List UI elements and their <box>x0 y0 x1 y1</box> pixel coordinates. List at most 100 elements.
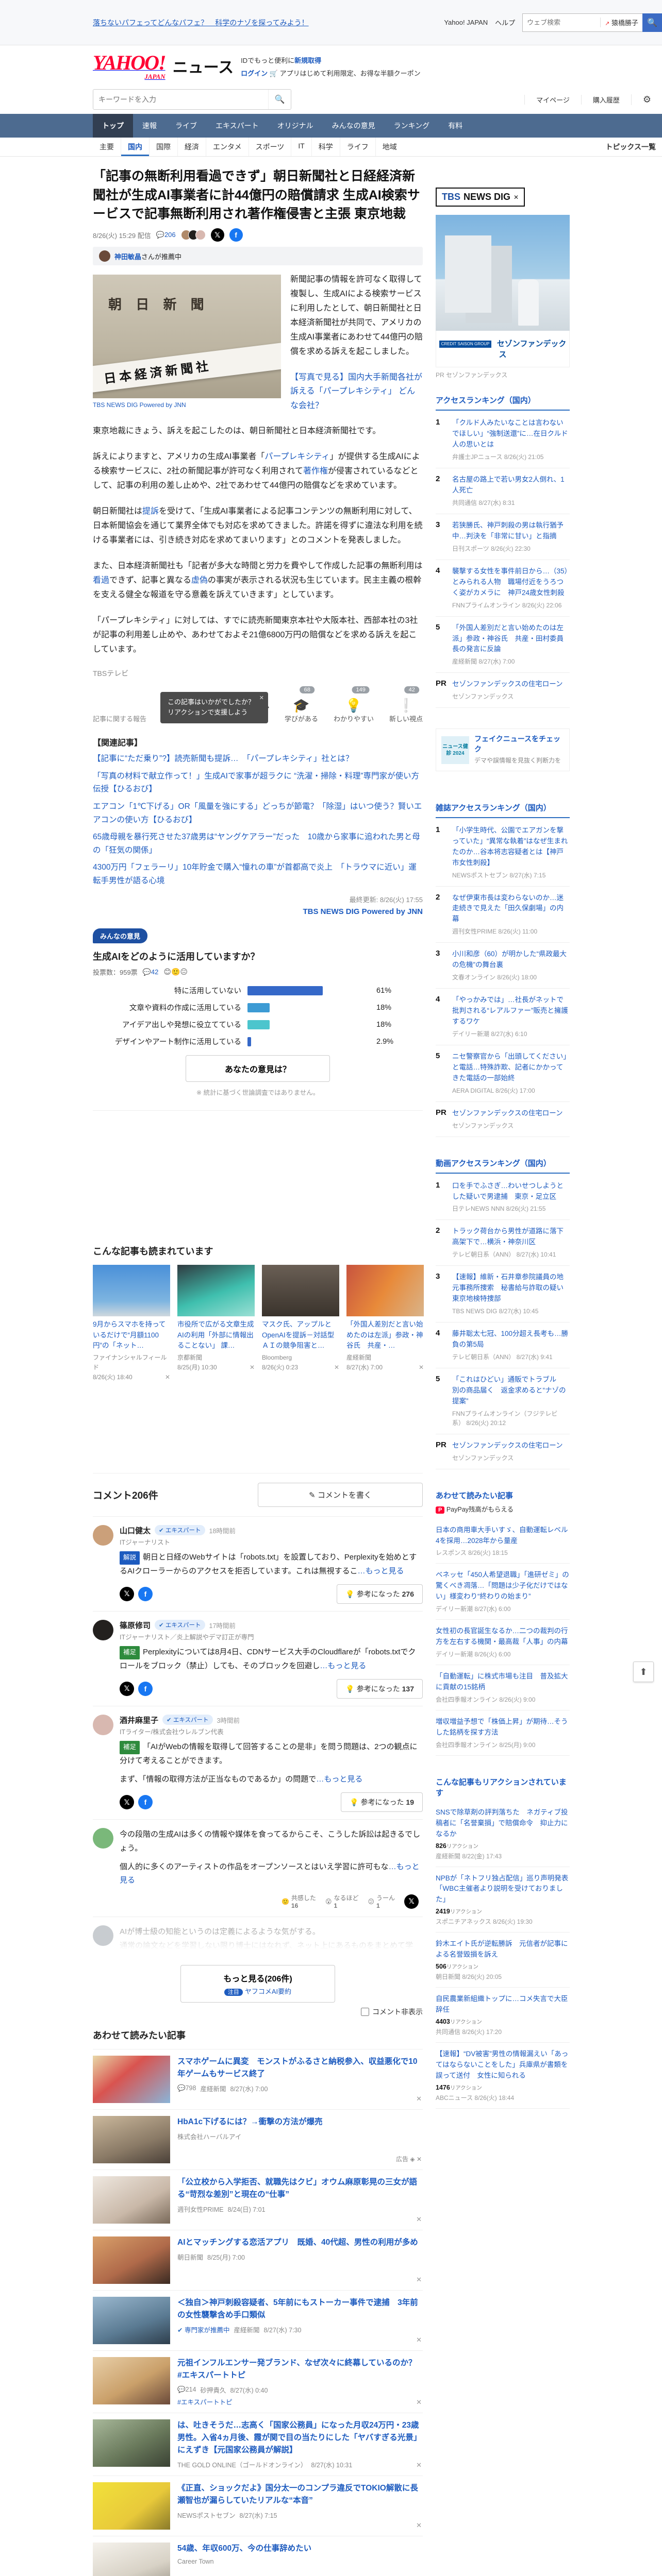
facebook-share-icon[interactable]: f <box>138 1795 153 1810</box>
feed-title[interactable]: 《正直、ショックだよ》国分太一のコンプラ違反でTOKIO解散に長瀬智也が漏らして… <box>177 2482 423 2507</box>
ranking-title[interactable]: 名古屋の路上で若い男女2人倒れ、1人死亡 <box>452 474 570 496</box>
dismiss-icon[interactable]: ✕ <box>416 2398 422 2406</box>
dismiss-icon[interactable]: ✕ <box>416 2336 422 2344</box>
keyword-input[interactable] <box>93 90 268 110</box>
article-card[interactable]: 市役所で広がる文章生成AIの利用「外部に情報出ることない」 課… 京都新聞 8/… <box>177 1265 255 1382</box>
feed-article-item[interactable]: 元祖インフルエンサー発ブランド、なぜ次々に終幕しているのか？ #エキスパートトピ… <box>93 2351 423 2413</box>
sidebar-article-item[interactable]: NPBが「ネトフリ独占配信」巡り声明発表「WBC主催者より説明を受けておりました… <box>436 1867 570 1933</box>
ranking-item[interactable]: PR セゾンファンデックスの住宅ローン セゾンファンデックス <box>436 1434 570 1469</box>
feed-article-item[interactable]: HbA1c下げるには？→衝撃の方法が爆売 💬 株式会社ハーバルアイ 広告 ◈ ✕… <box>93 2110 423 2170</box>
more-comments-button[interactable]: もっと見る(206件) 注目 ヤフコメAI要約 <box>180 1964 335 2003</box>
card-title[interactable]: 市役所で広がる文章生成AIの利用「外部に情報出ることない」 課… <box>177 1319 255 1351</box>
ranking-item[interactable]: 5 「これはひどい」通販でトラブル 別の商品届く 返金求めると“ナゾの提案” F… <box>436 1368 570 1434</box>
ranking-title[interactable]: セゾンファンデックスの住宅ローン <box>452 1440 563 1451</box>
help-link[interactable]: ヘルプ <box>495 18 515 27</box>
ranking-title[interactable]: 「これはひどい」通販でトラブル 別の商品届く 返金求めると“ナゾの提案” <box>452 1375 570 1407</box>
trending-term[interactable]: ↗ 猿橋勝子 <box>600 18 642 27</box>
settings-link[interactable]: ⚙ <box>631 94 662 105</box>
helpful-button[interactable]: 💡 参考になった 137 <box>337 1679 423 1699</box>
category-tab[interactable]: スポーツ <box>248 138 291 157</box>
web-search-input[interactable] <box>523 19 601 26</box>
related-article-link[interactable]: 「写真の材料で献立作って！」生成AIで家事が超ラクに “洗濯・掃除・料理”専門家… <box>93 770 423 796</box>
search-button[interactable]: 🔍 <box>642 13 662 32</box>
ranking-item[interactable]: 1 口を手でふさぎ…わいせつしようとした疑いで男逮捕 東京・足立区 日テレNEW… <box>436 1175 570 1221</box>
feed-article-item[interactable]: 「公立校から入学拒否、就職先はクビ」オウム麻原彰晃の三女が語る“苛烈な差別”と現… <box>93 2170 423 2230</box>
keyword-search-button[interactable]: 🔍 <box>268 90 291 110</box>
ranking-item[interactable]: 3 若狭勝氏、神戸刺殺の男は執行猶予中…判決を「非常に甘い」と指摘 日刊スポーツ… <box>436 514 570 560</box>
x-share-icon[interactable]: 𝕏 <box>210 228 224 242</box>
dismiss-icon[interactable]: ✕ <box>416 2215 422 2224</box>
card-title[interactable]: 9月からスマホを持っているだけで“月額1100円”の「ネット… <box>93 1319 170 1351</box>
nav-tab[interactable]: トップ <box>93 114 133 138</box>
category-tab[interactable]: 地域 <box>375 138 404 157</box>
x-share-icon[interactable]: 𝕏 <box>120 1795 134 1810</box>
feed-hashtag[interactable]: #エキスパートトピ <box>177 2397 423 2406</box>
ranking-item[interactable]: 5 「外国人差別だと言い始めたのは左派」参政・神谷氏 共産・田村委員長の発言に反… <box>436 617 570 673</box>
category-tab[interactable]: 主要 <box>93 138 121 156</box>
sidebar-article-title[interactable]: ベネッセ「450人希望退職」「進研ゼミ」の驚くべき凋落…「問題は少子化だけではな… <box>436 1571 569 1600</box>
ranking-title[interactable]: 藤井聡太七冠、100分超え長考も…勝負の第5局 <box>452 1329 570 1350</box>
login-link[interactable]: ログイン <box>241 70 268 77</box>
feed-title[interactable]: 「公立校から入学拒否、就職先はクビ」オウム麻原彰晃の三女が語る“苛烈な差別”と現… <box>177 2176 423 2201</box>
related-article-link[interactable]: 4300万円「フェラーリ」10年貯金で購入“憧れの車”が首都高で炎上 「トラウマ… <box>93 861 423 887</box>
sidebar-article-title[interactable]: 鈴木エイト氏が逆転勝訴 元信者が記事による名誉毀損を訴え <box>436 1940 568 1958</box>
ad-label[interactable]: 広告 ◈ ✕ <box>396 2155 422 2163</box>
ranking-item[interactable]: 4 藤井聡太七冠、100分超え長考も…勝負の第5局 テレビ朝日系（ANN） 8/… <box>436 1323 570 1368</box>
card-title[interactable]: 「外国人差別だと言い始めたのは左派」参政・神谷氏 共産・… <box>346 1319 424 1351</box>
x-share-icon[interactable]: 𝕏 <box>120 1681 134 1696</box>
sidebar-article-item[interactable]: SNSで除草剤の評判落ちた ネガティブ投稿者に「名誉棄損」で賠償命令 抑止力にな… <box>436 1801 570 1867</box>
sidebar-ad[interactable]: CREDIT SAISON GROUP セゾンファンデックス PR セゾンファン… <box>436 215 570 379</box>
ranking-item[interactable]: 5 ニセ警察官から「出頭してください」と電話…特殊詐欺、記者にかかってきた電話の… <box>436 1045 570 1102</box>
sidebar-article-title[interactable]: SNSで除草剤の評判落ちた ネガティブ投稿者に「名誉棄損」で賠償命令 抑止力にな… <box>436 1808 568 1838</box>
lawsuit-link[interactable]: 提訴 <box>142 507 159 516</box>
dismiss-icon[interactable]: ✕ <box>416 2276 422 2284</box>
dismiss-icon[interactable]: ✕ <box>416 2461 422 2469</box>
category-tab[interactable]: 国内 <box>121 138 149 157</box>
helpful-button[interactable]: 💡 参考になった 19 <box>341 1792 423 1812</box>
recommend-band[interactable]: 神田敏晶さんが推薦中 <box>93 247 423 266</box>
ranking-item[interactable]: 3 小川和彦（60）が明かした“県政最大の危機”の舞台裏 文春オンライン 8/2… <box>436 943 570 989</box>
read-more-link[interactable]: …もっと見る <box>357 1567 404 1575</box>
dismiss-icon[interactable]: ✕ <box>416 2521 422 2530</box>
category-tab[interactable]: 経済 <box>177 138 206 157</box>
feed-article-item[interactable]: 54歳、年収600万、今の仕事辞めたい 💬 Career Town 広告 ◈ ✕… <box>93 2536 423 2576</box>
article-card[interactable]: 9月からスマホを持っているだけで“月額1100円”の「ネット… ファイナンシャル… <box>93 1265 170 1382</box>
sidebar-article-item[interactable]: 増収増益予想で「株価上昇」が期待…そうした銘柄を探す方法 会社四季報オンライン … <box>436 1710 570 1756</box>
purchase-history-link[interactable]: 購入履歴 <box>581 94 631 105</box>
ranking-title[interactable]: トラック荷台から男性が道路に落下 高架下で…横浜・神奈川区 <box>452 1226 571 1248</box>
sidebar-article-title[interactable]: 【速報】“DV被害”男性の情報漏えい「あってはならないことをした」兵庫県が書類を… <box>436 2050 568 2079</box>
article-image[interactable]: 朝 日 新 聞 日本経済新聞社 TBS NEWS DIG Powered by … <box>93 275 281 409</box>
signup-link[interactable]: 新規取得 <box>294 57 321 64</box>
feed-title[interactable]: 54歳、年収600万、今の仕事辞めたい <box>177 2543 423 2555</box>
sidebar-article-item[interactable]: ベネッセ「450人希望退職」「進研ゼミ」の驚くべき凋落…「問題は少子化だけではな… <box>436 1564 570 1620</box>
ranking-item[interactable]: 4 襲撃する女性を事件前日から…（35）とみられる人物 職場付近をうろつく姿がカ… <box>436 560 570 617</box>
hmm-reaction[interactable]: 😕 うーん 1 <box>368 1893 395 1909</box>
ranking-title[interactable]: セゾンファンデックスの住宅ローン <box>452 679 563 690</box>
mypage-link[interactable]: マイページ <box>524 94 581 105</box>
category-tab[interactable]: エンタメ <box>206 138 249 157</box>
sidebar-article-title[interactable]: 女性初の長官誕生なるか…二つの裁判の行方を左右する機関・最高裁「人事」の内幕 <box>436 1627 568 1646</box>
ranking-title[interactable]: 【速報】維新・石井章参院議員の地元事務所捜索 秘書給与詐取の疑い 東京地検特捜部 <box>452 1272 571 1304</box>
commenter-name[interactable]: 酒井麻里子 <box>120 1715 158 1725</box>
sidebar-article-item[interactable]: 自民農業新組織トップに…コメ失言で大臣辞任 4403リアクション 共同通信 8/… <box>436 1988 570 2043</box>
category-tab[interactable]: 国際 <box>149 138 177 157</box>
ranking-title[interactable]: 口を手でふさぎ…わいせつしようとした疑いで男逮捕 東京・足立区 <box>452 1181 570 1202</box>
commenter-avatar[interactable] <box>93 1828 113 1849</box>
article-card[interactable]: マスク氏、アップルとOpenAIを提訴－対話型ＡＩの競争阻害と… Bloombe… <box>262 1265 339 1382</box>
ranking-title[interactable]: 「やっかみでは」…社長がネットで批判される“レアルファー”販売と擁護するワケ <box>452 995 570 1027</box>
related-article-link[interactable]: エアコン「1℃下げる」OR「風量を強にする」どっちが節電？「除湿」はいつ使う？賢… <box>93 800 423 826</box>
perplexity-link[interactable]: パープレキシティ <box>264 452 329 461</box>
sidebar-article-item[interactable]: 「自動運転」に株式市場も注目 普及拡大に貢献の15銘柄 会社四季報オンライン 8… <box>436 1665 570 1710</box>
reaction-button[interactable]: 68 🎓 学びがある <box>285 686 318 723</box>
comment-count-link[interactable]: 💬206 <box>156 231 176 239</box>
nav-tab[interactable]: オリジナル <box>268 114 323 138</box>
commenter-name[interactable]: 山口健太 <box>120 1525 151 1536</box>
commenter-avatar[interactable] <box>93 1524 113 1546</box>
report-article-link[interactable]: 記事に関する報告 <box>93 714 146 723</box>
isee-reaction[interactable]: 😮 なるほど 1 <box>325 1893 359 1909</box>
read-more-link[interactable]: …もっと見る <box>316 1775 362 1784</box>
sidebar-article-title[interactable]: NPBが「ネトフリ独占配信」巡り声明発表「WBC主催者より説明を受けておりました… <box>436 1874 568 1904</box>
vote-button[interactable]: あなたの意見は？ <box>186 1055 330 1082</box>
ranking-title[interactable]: 若狭勝氏、神戸刺殺の男は執行猶予中…判決を「非常に甘い」と指摘 <box>452 520 570 542</box>
write-comment-button[interactable]: ✎ コメントを書く <box>258 1482 423 1507</box>
